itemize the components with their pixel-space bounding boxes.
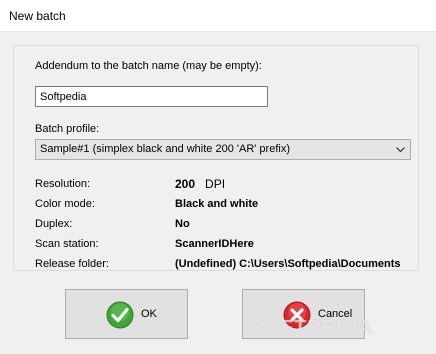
- batch-profile-select[interactable]: Sample#1 (simplex black and white 200 'A…: [35, 139, 411, 160]
- dialog-body: Addendum to the batch name (may be empty…: [0, 32, 436, 354]
- resolution-value-row: 200 DPI: [175, 177, 225, 191]
- ok-button[interactable]: OK: [65, 289, 188, 339]
- addendum-label: Addendum to the batch name (may be empty…: [35, 60, 262, 72]
- cancel-button-label: Cancel: [318, 308, 353, 320]
- batch-profile-label: Batch profile:: [35, 123, 100, 135]
- ok-button-label: OK: [141, 308, 157, 320]
- release-folder-value: (Undefined) C:\Users\Softpedia\Documents: [175, 258, 401, 270]
- chevron-down-icon: [393, 140, 407, 159]
- scan-station-value: ScannerIDHere: [175, 238, 254, 250]
- release-folder-label: Release folder:: [35, 258, 109, 270]
- batch-profile-value: Sample#1 (simplex black and white 200 'A…: [40, 143, 290, 155]
- addendum-input[interactable]: [35, 86, 268, 107]
- checkmark-icon: [106, 301, 134, 329]
- scan-station-label: Scan station:: [35, 238, 99, 250]
- resolution-label: Resolution:: [35, 178, 91, 190]
- duplex-label: Duplex:: [35, 218, 73, 230]
- duplex-value: No: [175, 218, 190, 230]
- color-mode-value: Black and white: [175, 198, 259, 210]
- window-title: New batch: [9, 9, 66, 23]
- cancel-button[interactable]: Cancel: [242, 289, 365, 339]
- title-bar: New batch: [0, 0, 436, 32]
- batch-settings-group: Addendum to the batch name (may be empty…: [13, 45, 419, 271]
- cancel-icon: [283, 301, 311, 329]
- color-mode-label: Color mode:: [35, 198, 95, 210]
- resolution-value: 200: [175, 177, 196, 191]
- resolution-unit: DPI: [205, 177, 226, 191]
